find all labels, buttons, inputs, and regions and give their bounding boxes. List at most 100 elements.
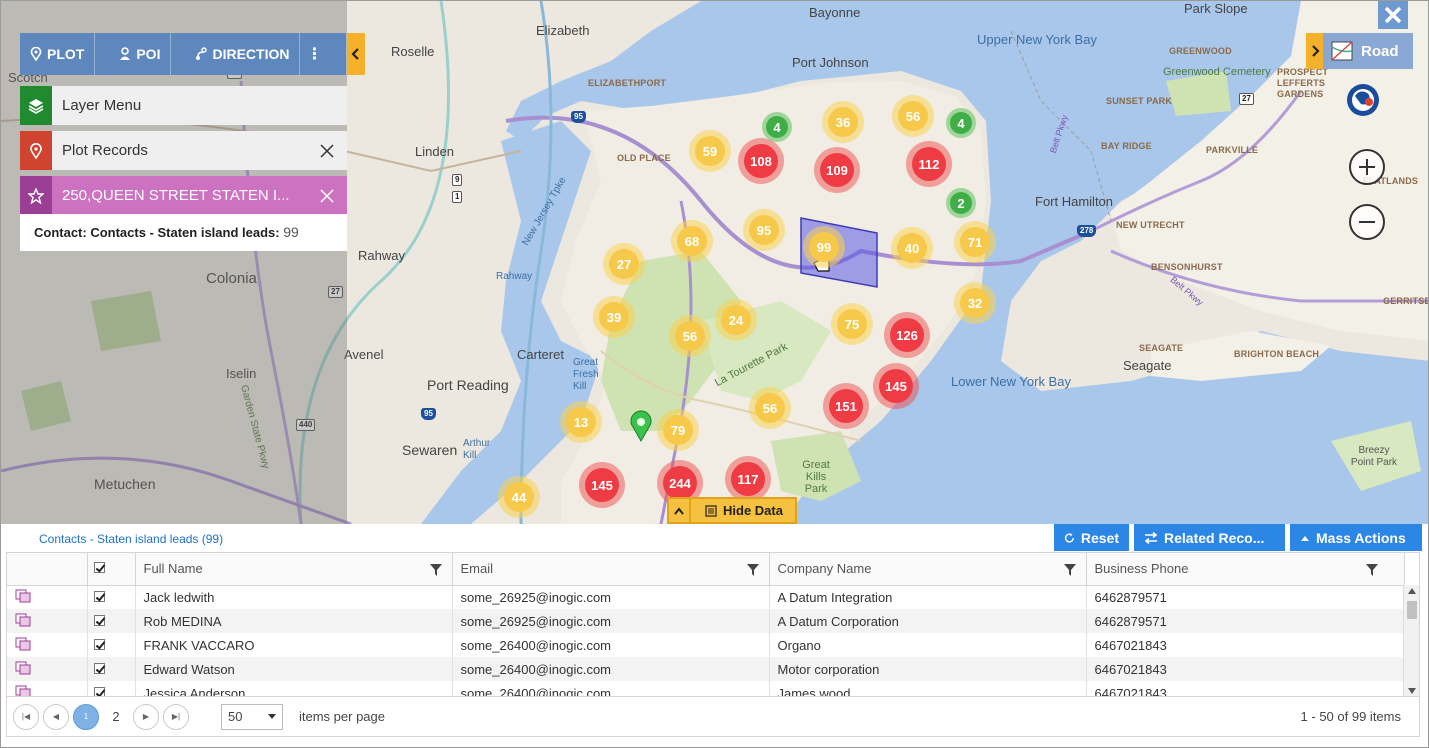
zoom-out-button[interactable] [1349, 204, 1385, 240]
next-page-icon: ▶ [142, 712, 150, 721]
map-cluster[interactable]: 95 [743, 209, 785, 251]
items-per-page-label: items per page [299, 709, 385, 724]
map-cluster[interactable]: 151 [823, 383, 869, 429]
plot-button[interactable]: PLOT [20, 33, 96, 75]
map-cluster[interactable]: 145 [579, 462, 625, 508]
cell-full-name: Edward Watson [135, 657, 453, 681]
locate-button[interactable] [1345, 82, 1381, 118]
record-card-icon [15, 661, 31, 674]
scroll-down-icon[interactable] [1408, 688, 1416, 694]
map-cluster[interactable]: 75 [831, 303, 873, 345]
record-icon-cell[interactable] [7, 657, 88, 681]
map-cluster[interactable]: 56 [892, 95, 934, 137]
scrollbar-thumb[interactable] [1407, 601, 1417, 619]
map-cluster[interactable]: 4 [762, 112, 792, 142]
reset-button[interactable]: Reset [1054, 524, 1129, 551]
map-cluster[interactable]: 39 [593, 296, 635, 338]
map-cluster[interactable]: 36 [822, 101, 864, 143]
map-cluster[interactable]: 40 [891, 227, 933, 269]
close-address-button[interactable] [307, 176, 347, 215]
column-header-full-name[interactable]: Full Name [135, 553, 453, 586]
cell-phone: 6462879571 [1086, 585, 1405, 609]
scroll-up-icon[interactable] [1408, 588, 1416, 594]
map-cluster[interactable]: 145 [873, 363, 919, 409]
map-cluster[interactable]: 71 [954, 221, 996, 263]
map-cluster[interactable]: 68 [671, 220, 713, 262]
route-icon [196, 47, 208, 60]
filter-icon[interactable] [1063, 564, 1076, 579]
filter-icon[interactable] [429, 564, 442, 579]
map-cluster[interactable]: 32 [954, 282, 996, 324]
table-row[interactable]: Jessica Anderson some_26400@inogic.com J… [7, 681, 1405, 696]
filter-icon[interactable] [1365, 564, 1378, 579]
row-checkbox-cell [87, 681, 136, 696]
page-size-select[interactable]: 50 [221, 703, 283, 730]
map-cluster[interactable]: 109 [814, 147, 860, 193]
table-row[interactable]: Jack ledwith some_26925@inogic.com A Dat… [7, 585, 1405, 609]
prev-page-button[interactable]: ◀ [43, 703, 69, 730]
expand-layers-button[interactable] [1306, 33, 1323, 69]
star-icon [20, 176, 52, 215]
layer-menu-row[interactable]: Layer Menu [20, 86, 347, 125]
zoom-in-button[interactable] [1349, 149, 1385, 185]
first-page-icon: |◀ [21, 712, 31, 721]
map-cluster[interactable]: 112 [906, 141, 952, 187]
hide-data-button[interactable]: Hide Data [667, 497, 797, 524]
map-cluster[interactable]: 108 [738, 138, 784, 184]
plus-icon [1359, 159, 1375, 175]
record-icon-cell[interactable] [7, 585, 88, 609]
column-header-email[interactable]: Email [452, 553, 770, 586]
next-page-button[interactable]: ▶ [133, 703, 159, 730]
select-all-checkbox[interactable] [93, 562, 105, 574]
collapse-panel-button[interactable] [347, 33, 365, 75]
vertical-scrollbar[interactable] [1403, 585, 1419, 696]
mass-actions-button[interactable]: Mass Actions [1290, 524, 1422, 551]
map-cluster[interactable]: 56 [749, 387, 791, 429]
map-cluster[interactable]: 56 [669, 315, 711, 357]
first-page-button[interactable]: |◀ [13, 703, 39, 730]
direction-button[interactable]: DIRECTION [171, 33, 301, 75]
page-2-button[interactable]: 2 [103, 704, 129, 730]
related-records-button[interactable]: Related Reco... [1134, 524, 1285, 551]
table-row[interactable]: Rob MEDINA some_26925@inogic.com A Datum… [7, 609, 1405, 633]
more-options-button[interactable]: ⋮ [300, 33, 328, 75]
map-cluster[interactable]: 99 [803, 226, 845, 268]
map-cluster[interactable]: 27 [603, 243, 645, 285]
row-checkbox[interactable] [93, 590, 105, 602]
column-header-business-phone[interactable]: Business Phone [1086, 553, 1405, 586]
column-label: Email [460, 561, 494, 577]
address-label: 250,QUEEN STREET STATEN I... [62, 187, 290, 204]
filter-icon[interactable] [746, 564, 759, 579]
row-checkbox[interactable] [93, 662, 105, 674]
map-cluster[interactable]: 79 [657, 409, 699, 451]
row-checkbox[interactable] [93, 638, 105, 650]
poi-button[interactable]: POI [95, 33, 172, 75]
map-cluster[interactable]: 2 [946, 188, 976, 218]
chevron-up-icon [669, 499, 691, 522]
close-plot-records-button[interactable] [307, 131, 347, 170]
map-cluster[interactable]: 4 [946, 108, 976, 138]
column-header-company-name[interactable]: Company Name [769, 553, 1087, 586]
grid-title[interactable]: Contacts - Staten island leads (99) [39, 532, 223, 546]
record-icon-cell[interactable] [7, 681, 88, 696]
table-row[interactable]: FRANK VACCARO some_26400@inogic.com Orga… [7, 633, 1405, 657]
last-page-button[interactable]: ▶| [163, 703, 189, 730]
address-row[interactable]: 250,QUEEN STREET STATEN I... [20, 176, 347, 215]
map-cluster[interactable]: 24 [715, 299, 757, 341]
map-cluster[interactable]: 13 [560, 401, 602, 443]
map-cluster[interactable]: 126 [884, 312, 930, 358]
map-cluster[interactable]: 44 [498, 476, 540, 518]
chevron-right-icon [1311, 45, 1320, 57]
plot-records-row[interactable]: Plot Records [20, 131, 347, 170]
record-icon-cell[interactable] [7, 609, 88, 633]
map-canvas[interactable]: Bayonne Upper New York Bay Park Slope Ro… [1, 1, 1428, 524]
map-style-button[interactable]: Road [1323, 33, 1413, 69]
row-checkbox[interactable] [93, 686, 105, 696]
page-1-button[interactable]: 1 [73, 703, 99, 730]
map-cluster[interactable]: 117 [725, 456, 771, 502]
record-icon-cell[interactable] [7, 633, 88, 657]
close-map-button[interactable] [1378, 1, 1408, 29]
map-cluster[interactable]: 59 [689, 130, 731, 172]
row-checkbox[interactable] [93, 614, 105, 626]
table-row[interactable]: Edward Watson some_26400@inogic.com Moto… [7, 657, 1405, 681]
